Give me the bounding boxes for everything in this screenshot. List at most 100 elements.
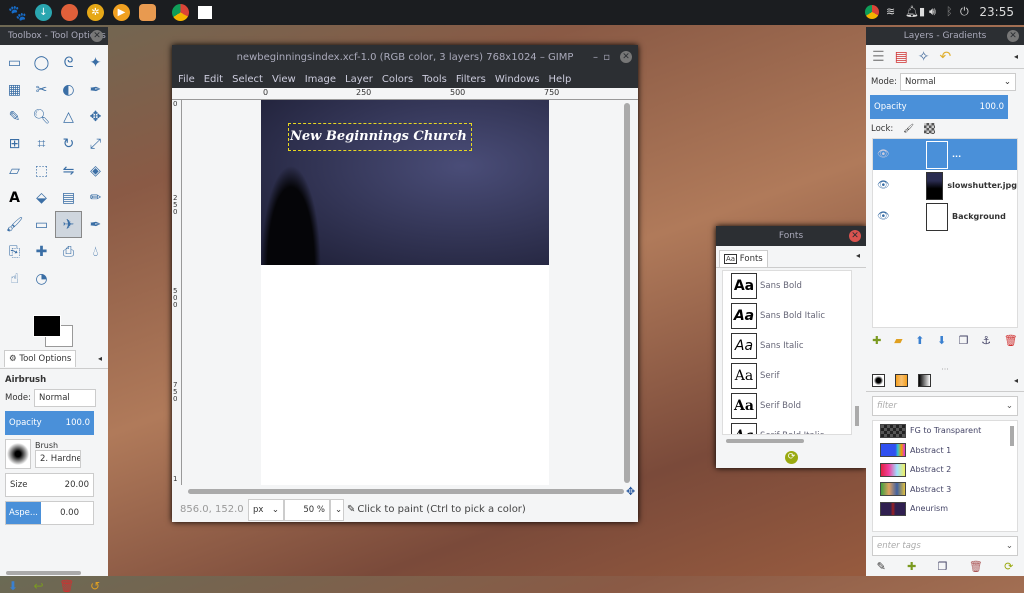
aspect-spinner[interactable]: Aspe... 0.00 — [5, 501, 94, 525]
tool-measure[interactable]: △ — [55, 103, 82, 130]
tool-airbrush[interactable]: ✈ — [55, 211, 82, 238]
tool-scissors[interactable]: ✂ — [28, 76, 55, 103]
delete-layer-icon[interactable]: 🗑︎ — [1004, 334, 1018, 347]
tags-input[interactable]: enter tags ⌄ — [872, 536, 1018, 556]
tool-align[interactable]: ⊞ — [1, 130, 28, 157]
menu-file[interactable]: File — [178, 74, 195, 85]
visibility-eye-icon[interactable]: 👁︎ — [877, 149, 890, 160]
volume-icon[interactable]: 🔊︎ — [929, 5, 936, 19]
tab-brushes-icon[interactable] — [872, 374, 885, 387]
tool-color-select[interactable]: ▦ — [1, 76, 28, 103]
tab-gradients-icon[interactable] — [918, 374, 931, 387]
tool-paths[interactable]: ✒ — [82, 76, 109, 103]
tool-foreground-select[interactable]: ◐ — [55, 76, 82, 103]
tab-tool-options[interactable]: ⚙ Tool Options — [4, 350, 77, 367]
visibility-eye-icon[interactable]: 👁︎ — [877, 211, 890, 222]
layer-name[interactable]: slowshutter.jpg — [947, 181, 1017, 190]
canvas-image[interactable]: New Beginnings Church — [261, 100, 549, 265]
close-icon[interactable]: ✕ — [849, 230, 861, 242]
delete-gradient-icon[interactable]: 🗑︎ — [969, 560, 983, 573]
maximize-button[interactable]: ▫ — [603, 45, 610, 70]
new-gradient-icon[interactable]: ✚ — [907, 560, 916, 573]
font-item[interactable]: AaSerif Bold Italic — [723, 421, 851, 434]
raise-layer-icon[interactable]: ⬆ — [915, 334, 924, 347]
tool-bucket-fill[interactable]: ⬙ — [28, 184, 55, 211]
battery-icon[interactable]: ▮ — [919, 5, 925, 18]
menu-select[interactable]: Select — [232, 74, 263, 85]
lower-layer-icon[interactable]: ⬇ — [937, 334, 946, 347]
horizontal-ruler[interactable]: 0 250 500 750 — [172, 88, 638, 100]
archive-icon[interactable] — [139, 4, 156, 21]
tool-flip[interactable]: ⇋ — [55, 157, 82, 184]
brush-preview[interactable] — [5, 439, 31, 469]
delete-options-icon[interactable]: 🗑︎ — [59, 579, 74, 593]
panel-menu-icon[interactable]: ◂ — [856, 251, 860, 260]
tab-fonts[interactable]: Aa Fonts — [719, 250, 768, 267]
vertical-ruler[interactable]: 0 2 5 0 5 0 0 7 5 0 1 — [172, 100, 182, 485]
font-item[interactable]: Aa Sans Bold Italic — [723, 301, 851, 331]
horizontal-scrollbar[interactable] — [188, 489, 624, 494]
tool-perspective[interactable]: ⬚ — [28, 157, 55, 184]
firefox-icon[interactable] — [61, 4, 78, 21]
tool-dodge-burn[interactable]: ◔ — [28, 265, 55, 292]
close-icon[interactable]: ✕ — [1007, 30, 1019, 42]
media-player-icon[interactable]: ▶ — [113, 4, 130, 21]
vertical-scrollbar[interactable] — [624, 103, 630, 483]
tool-perspective-clone[interactable]: ⎙ — [55, 238, 82, 265]
tool-lasso[interactable]: ᘓ — [55, 49, 82, 76]
text-layer[interactable]: New Beginnings Church — [288, 123, 472, 151]
minimize-button[interactable]: – — [593, 45, 598, 70]
gradient-item[interactable]: Aneurism — [873, 499, 1017, 519]
font-item[interactable]: Aa Sans Bold — [723, 271, 851, 301]
tab-undo-icon[interactable]: ↶ — [940, 49, 952, 65]
gradient-item[interactable]: Abstract 3 — [873, 480, 1017, 500]
zoom-dropdown[interactable]: ⌄ — [330, 498, 344, 521]
tool-rotate[interactable]: ↻ — [55, 130, 82, 157]
window-icon[interactable] — [198, 6, 212, 19]
mode-select[interactable]: Normal — [34, 389, 97, 407]
save-options-icon[interactable]: ⬇ — [8, 579, 18, 593]
unit-select[interactable]: px ⌄ — [248, 498, 284, 521]
panel-menu-icon[interactable]: ◂ — [1014, 52, 1018, 61]
tab-layers-icon[interactable]: ☰ — [872, 49, 885, 65]
notification-icon[interactable]: 🔔︎ — [905, 5, 919, 18]
new-layer-icon[interactable]: ✚ — [872, 334, 881, 347]
menu-edit[interactable]: Edit — [204, 74, 223, 85]
layer-row[interactable]: 👁︎... — [873, 139, 1017, 170]
font-item[interactable]: Aa Sans Italic — [723, 331, 851, 361]
lock-pixels-icon[interactable]: 🖌︎ — [903, 124, 914, 134]
size-spinner[interactable]: Size 20.00 — [5, 473, 94, 497]
tool-blend[interactable]: ▤ — [55, 184, 82, 211]
menu-view[interactable]: View — [272, 74, 296, 85]
tool-blur[interactable]: 💧︎ — [82, 238, 109, 265]
close-button[interactable]: ✕ — [620, 51, 632, 63]
gradient-item[interactable]: FG to Transparent — [873, 421, 1017, 441]
new-group-icon[interactable]: ▰ — [894, 334, 902, 347]
tool-shear[interactable]: ▱ — [1, 157, 28, 184]
tool-pencil[interactable]: ✏ — [82, 184, 109, 211]
tool-icon[interactable]: ✲ — [87, 4, 104, 21]
close-icon[interactable]: ✕ — [91, 30, 103, 42]
gnome-icon[interactable]: 🐾 — [8, 4, 27, 22]
power-icon[interactable]: ⏻ — [960, 5, 969, 19]
installer-icon[interactable]: ↓ — [35, 4, 52, 21]
vertical-scrollbar[interactable] — [855, 406, 859, 426]
horizontal-scrollbar[interactable] — [726, 439, 804, 443]
refresh-gradients-icon[interactable]: ⟳ — [1004, 560, 1013, 573]
layer-row[interactable]: 👁︎ slowshutter.jpg — [873, 170, 1017, 201]
duplicate-layer-icon[interactable]: ❐ — [959, 334, 969, 347]
tool-paintbrush[interactable]: 🖌︎ — [1, 211, 28, 238]
tool-heal[interactable]: ✚ — [28, 238, 55, 265]
layer-name[interactable]: Background — [952, 212, 1006, 221]
duplicate-gradient-icon[interactable]: ❐ — [938, 560, 948, 573]
tab-patterns-icon[interactable] — [895, 374, 908, 387]
panel-menu-icon[interactable]: ◂ — [1014, 376, 1018, 385]
menu-help[interactable]: Help — [549, 74, 572, 85]
restore-options-icon[interactable]: ↩ — [34, 579, 44, 593]
reset-options-icon[interactable]: ↺ — [90, 579, 100, 593]
tool-ellipse-select[interactable]: ◯ — [28, 49, 55, 76]
wifi-icon[interactable]: ≋ — [886, 5, 895, 18]
lock-alpha-icon[interactable] — [924, 123, 936, 134]
menu-layer[interactable]: Layer — [345, 74, 373, 85]
menu-image[interactable]: Image — [305, 74, 336, 85]
